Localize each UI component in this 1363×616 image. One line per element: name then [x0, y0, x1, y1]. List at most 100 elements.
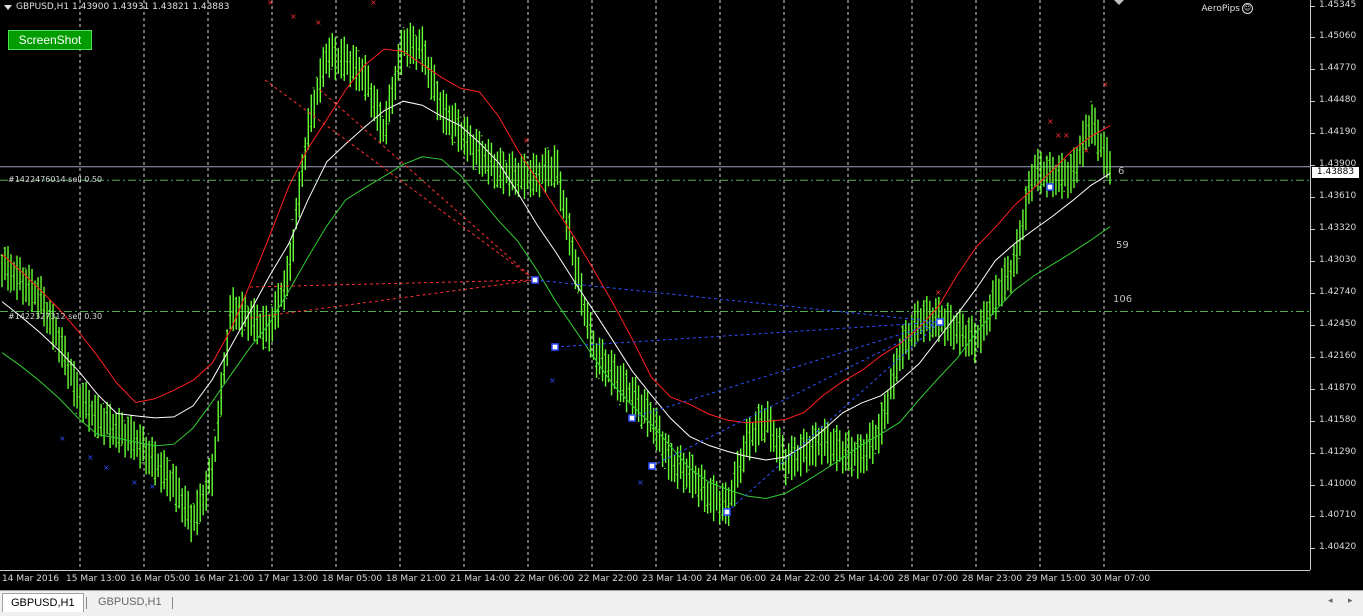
time-tick-label: 22 Mar 06:00 [514, 574, 575, 584]
price-tick-label: 1.41870 [1319, 383, 1357, 393]
order-label: #1422476014 sell 0.50 [8, 175, 103, 184]
price-tick-mark [1311, 516, 1315, 517]
time-tick-label: 16 Mar 05:00 [130, 574, 191, 584]
price-tick-mark [1311, 101, 1315, 102]
exit-cross-marker: × [1063, 131, 1070, 140]
time-tick-label: 18 Mar 21:00 [386, 574, 447, 584]
trade-marker [1046, 183, 1054, 191]
brand-text: AeroPips [1201, 3, 1240, 14]
time-tick-label: 22 Mar 22:00 [578, 574, 639, 584]
trade-marker [648, 462, 656, 470]
trade-marker [628, 414, 636, 422]
entry-cross-marker: × [59, 434, 66, 443]
smiley-icon: ☺ [1242, 3, 1253, 14]
screenshot-button[interactable]: ScreenShot [8, 30, 92, 50]
price-tick-label: 1.41000 [1319, 479, 1357, 489]
price-tick-label: 1.43030 [1319, 255, 1357, 265]
price-tick-mark [1311, 165, 1315, 166]
time-tick-label: 14 Mar 2016 [2, 574, 60, 584]
tab-gbpusd-h1[interactable]: GBPUSD,H1 [90, 593, 170, 611]
price-tick-label: 1.45060 [1319, 31, 1357, 41]
price-tick-label: 1.44190 [1319, 127, 1357, 137]
tab-separator [172, 597, 173, 609]
order-label: #1422327312 sell 0.30 [8, 312, 103, 321]
trade-marker [936, 318, 944, 326]
price-tick-mark [1311, 453, 1315, 454]
price-tick-mark [1311, 69, 1315, 70]
exit-cross-marker: × [370, 0, 377, 7]
chart-area[interactable]: × × × × × × × × × × × × × × × × × × GBPUSD,H1 1.43900 1.4… [0, 0, 1310, 570]
trade-link-line [651, 321, 941, 467]
price-tick-label: 1.44770 [1319, 63, 1357, 73]
trade-link-line [554, 321, 941, 348]
dropdown-triangle-icon[interactable] [4, 4, 12, 10]
price-tick-mark [1311, 37, 1315, 38]
scroll-left-icon[interactable]: ◂ [1328, 596, 1333, 606]
price-tick-label: 1.40710 [1319, 510, 1357, 520]
exit-cross-marker: × [1055, 131, 1062, 140]
time-tick-label: 18 Mar 05:00 [322, 574, 383, 584]
trade-marker [723, 508, 731, 516]
ma-slow-label: 106 [1113, 294, 1133, 305]
chart-tab-bar: GBPUSD,H1 GBPUSD,H1 ◂ ▸ [0, 590, 1363, 616]
exit-cross-marker: × [290, 12, 297, 21]
ma-fast-label: 6 [1118, 166, 1125, 177]
price-tick-label: 1.45345 [1319, 0, 1357, 10]
exit-cross-marker: × [935, 288, 942, 297]
entry-cross-marker: × [549, 376, 556, 385]
price-tick-label: 1.41580 [1319, 415, 1357, 425]
time-tick-label: 28 Mar 23:00 [962, 574, 1023, 584]
time-tick-label: 21 Mar 14:00 [450, 574, 511, 584]
price-tick-mark [1311, 6, 1315, 7]
price-tick-label: 1.42450 [1319, 319, 1357, 329]
price-tick-mark [1311, 421, 1315, 422]
exit-cross-marker: × [1083, 146, 1090, 155]
entry-cross-marker: × [87, 453, 94, 462]
price-tick-mark [1311, 229, 1315, 230]
entry-cross-marker: × [149, 482, 156, 491]
price-tick-mark [1311, 197, 1315, 198]
exit-cross-marker: × [1102, 80, 1109, 89]
price-tick-mark [1311, 261, 1315, 262]
tab-gbpusd-h1-active[interactable]: GBPUSD,H1 [2, 593, 84, 612]
entry-cross-marker: × [103, 463, 110, 472]
time-tick-label: 24 Mar 06:00 [706, 574, 767, 584]
exit-cross-marker: × [315, 18, 322, 27]
price-tick-label: 1.40420 [1319, 542, 1357, 552]
time-tick-label: 28 Mar 07:00 [898, 574, 959, 584]
scroll-right-icon[interactable]: ▸ [1348, 596, 1353, 606]
price-tick-mark [1311, 548, 1315, 549]
time-tick-label: 24 Mar 22:00 [770, 574, 831, 584]
current-price-label: 1.43883 [1312, 167, 1359, 178]
entry-cross-marker: × [637, 478, 644, 487]
price-tick-label: 1.42740 [1319, 287, 1357, 297]
symbol-info: GBPUSD,H1 1.43900 1.43931 1.43821 1.4388… [4, 2, 229, 12]
tab-separator [86, 597, 87, 609]
price-tick-mark [1311, 389, 1315, 390]
trade-link-line [534, 279, 941, 323]
ma-fast-line [1, 48, 1111, 424]
symbol-info-text: GBPUSD,H1 1.43900 1.43931 1.43821 1.4388… [16, 2, 230, 12]
price-tick-label: 1.43610 [1319, 191, 1357, 201]
time-tick-label: 23 Mar 14:00 [642, 574, 703, 584]
price-tick-label: 1.43320 [1319, 223, 1357, 233]
shift-marker-icon[interactable] [1114, 0, 1124, 5]
price-tick-label: 1.41290 [1319, 447, 1357, 457]
ma-mid-line [1, 100, 1111, 461]
price-axis[interactable]: 1.45345 1.45060 1.44770 1.44480 1.44190 1.439… [1310, 0, 1363, 570]
price-tick-label: 1.44480 [1319, 95, 1357, 105]
ma-mid-label: 59 [1116, 240, 1129, 251]
exit-cross-marker: × [523, 136, 530, 145]
time-tick-label: 16 Mar 21:00 [194, 574, 255, 584]
price-chart[interactable]: ×××××××× ××××××× ××× [0, 0, 1310, 570]
price-tick-mark [1311, 133, 1315, 134]
time-tick-label: 30 Mar 07:00 [1090, 574, 1151, 584]
trade-link-line [319, 89, 536, 281]
time-tick-label: 29 Mar 15:00 [1026, 574, 1087, 584]
trade-marker [531, 276, 539, 284]
trade-marker [551, 343, 559, 351]
price-tick-mark [1311, 357, 1315, 358]
time-axis[interactable]: 14 Mar 2016 15 Mar 13:00 16 Mar 05:00 16 Ma… [0, 570, 1310, 591]
time-tick-label: 15 Mar 13:00 [66, 574, 127, 584]
entry-cross-marker: × [131, 478, 138, 487]
